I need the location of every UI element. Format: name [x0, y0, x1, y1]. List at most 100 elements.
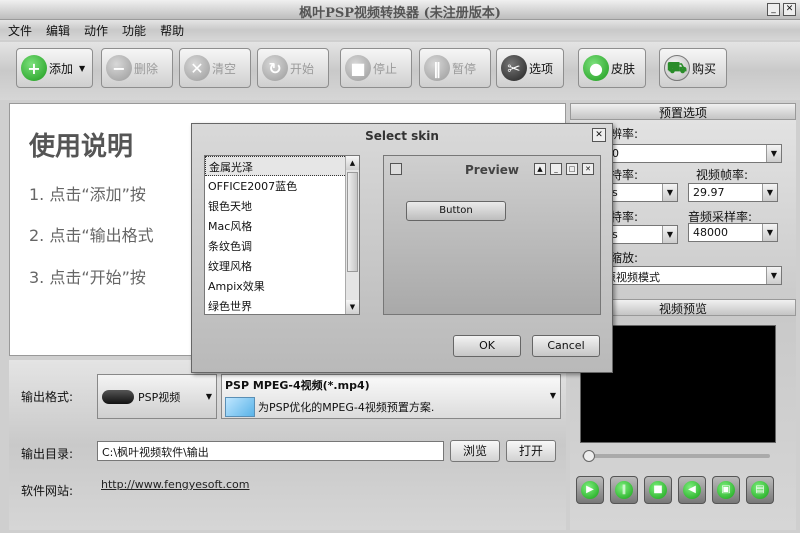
instruction-step-1: 1. 点击“添加”按 [29, 185, 146, 204]
resolution-select[interactable]: 40▼ [600, 144, 782, 163]
folder-icon: ▤ [751, 481, 769, 499]
seek-bar[interactable] [582, 454, 770, 458]
chevron-down-icon: ▼ [549, 391, 556, 400]
seek-handle[interactable] [583, 450, 595, 462]
pause-button[interactable]: ‖ 暂停 [419, 48, 491, 88]
close-icon[interactable]: ✕ [783, 3, 796, 16]
chevron-up-icon[interactable]: ▲ [346, 156, 359, 170]
minimize-icon[interactable]: _ [767, 3, 780, 16]
stop-preview-button[interactable]: ■ [644, 476, 672, 504]
shopping-cart-icon: ⛟ [664, 55, 690, 81]
buy-button-label: 购买 [692, 61, 717, 76]
volume-button[interactable]: ◀ [678, 476, 706, 504]
pause-icon: ‖ [424, 55, 450, 81]
start-button[interactable]: ↻ 开始 [257, 48, 329, 88]
list-item[interactable]: 绿色世界 [205, 296, 359, 316]
output-format-select[interactable]: PSP视频 ▼ [97, 374, 217, 419]
browse-button[interactable]: 浏览 [450, 440, 500, 462]
options-button-label: 选项 [529, 61, 554, 76]
clear-icon: ✕ [184, 55, 210, 81]
clear-button[interactable]: ✕ 清空 [179, 48, 251, 88]
format-preset-description: 为PSP优化的MPEG-4视频预置方案. [258, 401, 435, 414]
minus-icon: − [106, 55, 132, 81]
close-icon: ✕ [582, 163, 594, 175]
menu-edit[interactable]: 编辑 [38, 20, 76, 39]
chevron-down-icon: ▼ [766, 145, 781, 162]
pause-preview-button[interactable]: ‖ [610, 476, 638, 504]
zoom-label: 缩放: [610, 251, 639, 265]
play-button[interactable]: ▶ [576, 476, 604, 504]
chevron-down-icon: ▼ [766, 267, 781, 284]
framerate-select[interactable]: 29.97 ▼ [688, 183, 778, 202]
framerate-value: 29.97 [693, 186, 725, 199]
list-item[interactable]: 条纹色调 [205, 236, 359, 256]
close-icon[interactable]: ✕ [592, 128, 606, 142]
instruction-step-3: 3. 点击“开始”按 [29, 268, 146, 287]
delete-button[interactable]: − 删除 [101, 48, 173, 88]
open-button[interactable]: 打开 [506, 440, 556, 462]
select-skin-dialog: Select skin ✕ 金属光泽 OFFICE2007蓝色 银色天地 Mac… [191, 123, 613, 373]
buy-button[interactable]: ⛟ 购买 [659, 48, 727, 88]
skin-list[interactable]: 金属光泽 OFFICE2007蓝色 银色天地 Mac风格 条纹色调 纹理风格 A… [204, 155, 360, 315]
menu-action[interactable]: 动作 [76, 20, 114, 39]
stop-button[interactable]: ■ 停止 [340, 48, 412, 88]
format-preset-select[interactable]: PSP MPEG-4视频(*.mp4) 为PSP优化的MPEG-4视频预置方案.… [221, 374, 561, 419]
preset-options-header: 预置选项 [570, 103, 796, 120]
output-dir-input[interactable]: C:\枫叶视频软件\输出 [97, 441, 444, 461]
folder-button[interactable]: ▤ [746, 476, 774, 504]
maximize-icon: □ [566, 163, 578, 175]
snapshot-button[interactable]: ▣ [712, 476, 740, 504]
menu-function[interactable]: 功能 [114, 20, 152, 39]
samplerate-select[interactable]: 48000 ▼ [688, 223, 778, 242]
scrollbar-thumb[interactable] [347, 172, 358, 272]
dialog-title: Select skin [365, 129, 439, 143]
zoom-value: 原视频模式 [605, 271, 660, 284]
ok-button[interactable]: OK [453, 335, 521, 357]
toolbar: + 添加 ▼ − 删除 ✕ 清空 ↻ 开始 ■ 停止 ‖ 暂停 ✂ 选项 ● 皮… [0, 42, 800, 100]
minimize-icon: _ [550, 163, 562, 175]
website-link[interactable]: http://www.fengyesoft.com [101, 478, 250, 491]
document-icon [225, 397, 255, 417]
chevron-down-icon[interactable]: ▼ [79, 64, 85, 73]
add-button[interactable]: + 添加 ▼ [16, 48, 93, 88]
stop-button-label: 停止 [373, 61, 398, 76]
list-item[interactable]: Ampix效果 [205, 276, 359, 296]
video-bitrate-label: 持率: [610, 168, 639, 182]
chevron-down-icon: ▼ [662, 184, 677, 201]
instruction-step-2: 2. 点击“输出格式 [29, 226, 154, 245]
cancel-button[interactable]: Cancel [532, 335, 600, 357]
chevron-down-icon: ▼ [662, 226, 677, 243]
chevron-down-icon[interactable]: ▼ [346, 300, 359, 314]
scrollbar[interactable]: ▲ ▼ [345, 156, 359, 314]
list-item[interactable]: Mac风格 [205, 216, 359, 236]
format-preset-name: PSP MPEG-4视频(*.mp4) [225, 379, 370, 392]
chevron-up-icon: ▲ [534, 163, 546, 175]
skin-button[interactable]: ● 皮肤 [578, 48, 646, 88]
snapshot-icon: ▣ [717, 481, 735, 499]
output-dir-label: 输出目录: [21, 447, 74, 461]
menu-help[interactable]: 帮助 [152, 20, 190, 39]
list-item[interactable]: OFFICE2007蓝色 [205, 176, 359, 196]
plus-icon: + [21, 55, 47, 81]
list-item[interactable]: 银色天地 [205, 196, 359, 216]
output-format-value: PSP视频 [138, 390, 181, 404]
stop-icon: ■ [649, 481, 667, 499]
zoom-select[interactable]: 原视频模式 ▼ [600, 266, 782, 285]
pause-button-label: 暂停 [452, 61, 477, 76]
framerate-label: 视频帧率: [696, 168, 749, 182]
window-title: 枫叶PSP视频转换器 (未注册版本) [299, 6, 501, 21]
play-icon: ▶ [581, 481, 599, 499]
apple-icon: ● [583, 55, 609, 81]
audio-bitrate-label: 特率: [610, 210, 639, 224]
menu-file[interactable]: 文件 [0, 20, 38, 39]
tools-icon: ✂ [501, 55, 527, 81]
add-button-label: 添加 [49, 61, 74, 76]
list-item[interactable]: 纹理风格 [205, 256, 359, 276]
resolution-label: 辨率: [610, 127, 639, 141]
options-button[interactable]: ✂ 选项 [496, 48, 564, 88]
list-item[interactable]: 金属光泽 [205, 156, 359, 176]
chevron-down-icon: ▼ [762, 224, 777, 241]
skin-preview: Preview ▲ _ □ ✕ Button [383, 155, 601, 315]
chevron-down-icon: ▼ [762, 184, 777, 201]
skin-button-label: 皮肤 [611, 61, 636, 76]
